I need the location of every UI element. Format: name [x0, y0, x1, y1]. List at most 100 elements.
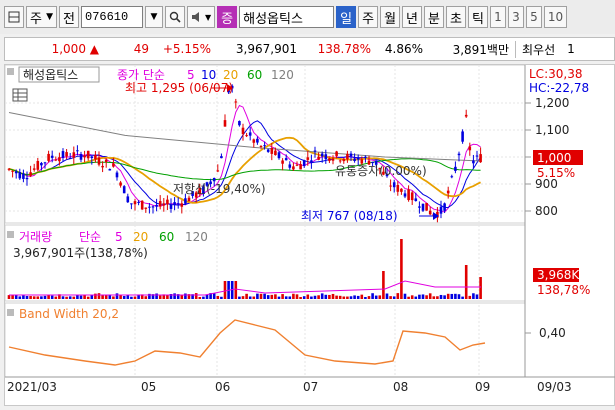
volume-bar: [36, 296, 40, 299]
candle-body: [79, 154, 83, 160]
candle-body: [173, 202, 176, 205]
support-annotation: 유통증자(0.00%): [335, 164, 427, 178]
chart-type-icon[interactable]: [4, 6, 24, 28]
num-3[interactable]: 3: [507, 6, 524, 28]
candle-body: [94, 154, 97, 160]
candle-body: [151, 206, 155, 208]
volume-bar: [446, 293, 450, 299]
candle-body: [234, 101, 238, 103]
name-box-label: 해성옵틱스: [23, 68, 78, 82]
volume-bar: [360, 294, 364, 299]
volume-bar: [29, 296, 32, 299]
code-dropdown-button[interactable]: ▼: [145, 6, 163, 28]
volume: 3,967,901: [235, 42, 297, 56]
candle-body: [97, 157, 101, 165]
candle-body: [457, 153, 461, 156]
candle-body: [238, 121, 241, 126]
volume-bar: [115, 293, 119, 299]
period-second[interactable]: 초: [445, 6, 466, 28]
chart-area[interactable]: 해성옵틱스 종가 단순 5 10 20 60 120 최고 1,295 (06/…: [4, 64, 615, 406]
volume-bar: [122, 296, 126, 299]
bw-handle-icon[interactable]: [7, 309, 14, 316]
candle-body: [144, 207, 148, 209]
last-pct-tag: 5.15%: [537, 166, 575, 180]
period-day[interactable]: 일: [336, 6, 357, 28]
volume-bar: [382, 271, 385, 299]
period-minute[interactable]: 분: [424, 6, 444, 28]
num-1[interactable]: 1: [489, 6, 506, 28]
candle-body: [472, 160, 475, 164]
candle-body: [169, 205, 173, 209]
period-week[interactable]: 주: [358, 6, 379, 28]
volume-bar: [281, 294, 284, 299]
volume-bar: [54, 296, 58, 299]
volume-bar: [288, 296, 292, 299]
ma20-label: 20: [223, 68, 238, 82]
speaker-icon[interactable]: ▼: [187, 6, 216, 28]
candle-body: [11, 170, 14, 172]
jeon-button[interactable]: 전: [59, 6, 79, 28]
search-icon[interactable]: [165, 6, 185, 28]
candle-body: [464, 114, 468, 117]
volume-label: 거래량: [19, 230, 52, 244]
candle-body: [349, 153, 353, 156]
x-label-09: 09: [475, 380, 490, 394]
volume-bar: [184, 293, 187, 299]
volume-bar: [83, 294, 86, 299]
volume-bar: [475, 294, 479, 299]
volume-bar: [313, 295, 317, 299]
candle-body: [58, 157, 61, 162]
candle-body: [212, 177, 216, 182]
volume-bar: [216, 295, 220, 299]
candle-body: [76, 150, 79, 152]
panel-handle-icon[interactable]: [7, 68, 14, 75]
volume-bar: [223, 281, 227, 299]
volume-bar: [194, 293, 198, 299]
type-select[interactable]: 주 ▼: [26, 6, 58, 28]
num-10[interactable]: 10: [543, 6, 568, 28]
bw-label: Band Width 20,2: [19, 307, 119, 321]
candle-body: [122, 186, 126, 194]
candle-body: [216, 170, 220, 172]
volume-bar: [338, 295, 342, 299]
stock-code-input[interactable]: 076610: [81, 6, 143, 28]
candle-body: [454, 166, 457, 171]
stock-chart-svg[interactable]: 해성옵틱스 종가 단순 5 10 20 60 120 최고 1,295 (06/…: [4, 64, 615, 407]
period-year[interactable]: 년: [402, 6, 422, 28]
volume-bar: [400, 239, 403, 299]
period-month[interactable]: 월: [380, 6, 401, 28]
volume-bar: [61, 296, 65, 299]
volume-bar: [292, 293, 295, 299]
volume-bar: [407, 296, 410, 299]
candle-body: [479, 154, 482, 163]
volume-bar: [374, 295, 378, 299]
candle-body: [137, 201, 140, 203]
y-tick-label: 1,100: [535, 123, 569, 137]
volume-bar: [317, 295, 320, 299]
candle-body: [90, 156, 94, 158]
x-label-07: 07: [303, 380, 318, 394]
candle-body: [32, 168, 36, 170]
candle-body: [133, 201, 137, 205]
volume-handle-icon[interactable]: [7, 231, 14, 238]
volume-bar: [241, 296, 245, 299]
period-tick[interactable]: 틱: [467, 6, 488, 28]
candle-body: [119, 182, 122, 186]
candle-body: [360, 159, 364, 164]
volume-last-pct: 138,78%: [537, 283, 590, 297]
volume-bar: [324, 294, 328, 299]
candle-body: [317, 156, 320, 160]
candle-body: [410, 192, 414, 201]
volume-value: 3,967,901주(138,78%): [13, 246, 148, 260]
candle-body: [306, 157, 310, 160]
volume-bar: [101, 295, 104, 299]
candle-body: [338, 160, 342, 162]
num-5[interactable]: 5: [525, 6, 542, 28]
table-icon[interactable]: [12, 88, 28, 102]
volume-bar: [464, 265, 468, 299]
candle-body: [40, 162, 43, 166]
candle-body: [47, 153, 50, 161]
candle-body: [371, 161, 374, 164]
candle-body: [270, 148, 274, 154]
y-tick-label: 1,200: [535, 96, 569, 110]
